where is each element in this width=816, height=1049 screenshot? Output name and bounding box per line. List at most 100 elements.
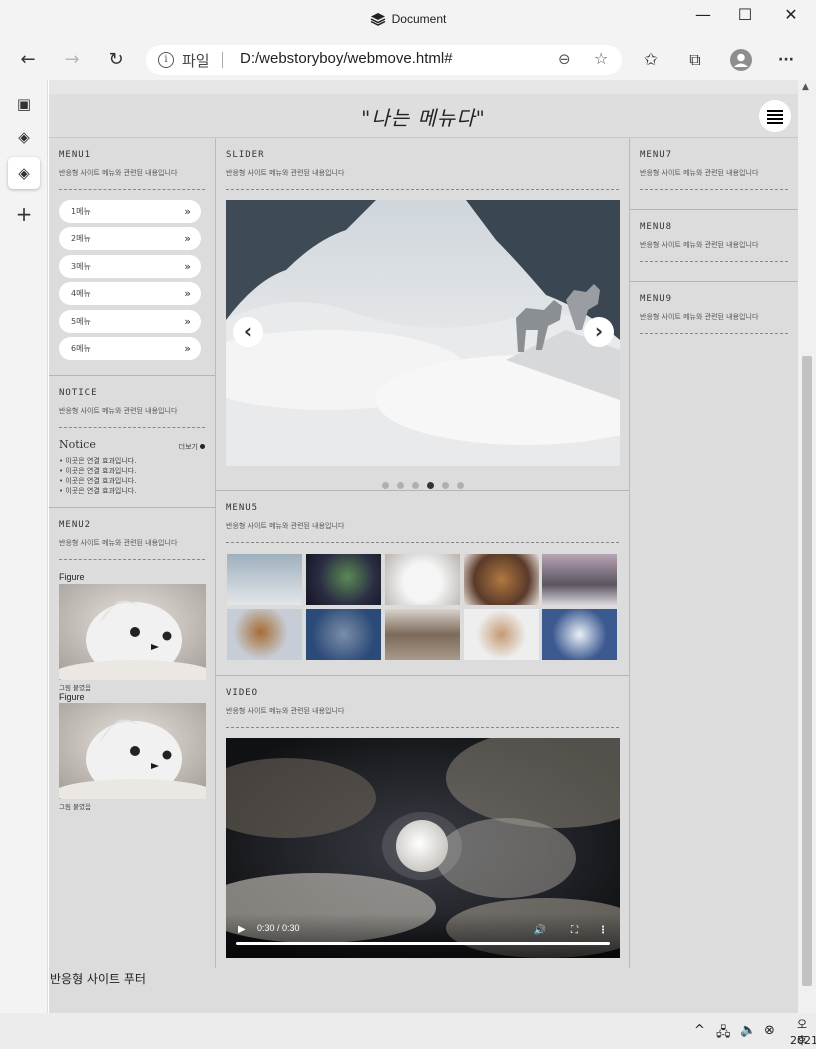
fullscreen-icon[interactable]: ⛶: [571, 925, 578, 936]
menu8-section: MENU8 반응형 사이트 메뉴와 관련된 내용입니다: [630, 210, 798, 282]
gallery-image[interactable]: [542, 554, 617, 605]
profile-avatar[interactable]: [727, 46, 755, 74]
notice-item[interactable]: 이곳은 연결 효과입니다.: [59, 476, 136, 486]
figure-caption: 그림 붙였음: [59, 684, 91, 692]
slider-section: SLIDER 반응형 사이트 메뉴와 관련된 내용입니다 ‹ ›: [216, 138, 629, 491]
menu-item-label: 2메뉴: [71, 234, 91, 244]
back-button[interactable]: ←: [14, 46, 42, 74]
close-circle-icon[interactable]: ⊗: [764, 1023, 775, 1038]
chevron-right-icon: »: [184, 232, 191, 246]
section-title: SLIDER: [226, 150, 265, 160]
menu1-section: MENU1 반응형 사이트 메뉴와 관련된 내용입니다 1메뉴 » 2메뉴 » 3메…: [49, 138, 215, 376]
section-title: MENU1: [59, 150, 92, 160]
slider-dot[interactable]: [381, 482, 389, 489]
menu-item-2[interactable]: 2메뉴 »: [59, 227, 201, 251]
section-title: MENU9: [640, 294, 673, 304]
scroll-up-icon[interactable]: ▲: [802, 82, 809, 92]
figure-title: Figure: [59, 572, 85, 582]
chevron-right-icon: »: [184, 259, 191, 273]
url-text[interactable]: D:/webstoryboy/webmove.html#: [240, 50, 453, 67]
address-bar[interactable]: i 파일 D:/webstoryboy/webmove.html# ⊖ ☆: [146, 45, 622, 75]
info-icon[interactable]: i: [158, 52, 174, 68]
bird-figure-image: [59, 703, 206, 799]
notice-item[interactable]: 이곳은 연결 효과입니다.: [59, 466, 136, 476]
menu-item-6[interactable]: 6메뉴 »: [59, 336, 201, 360]
layers-icon: [370, 12, 386, 29]
gallery-image[interactable]: [227, 554, 302, 605]
gallery-image[interactable]: [464, 554, 539, 605]
slider-dot[interactable]: [411, 482, 419, 489]
sound-icon[interactable]: 🔈: [740, 1023, 756, 1038]
notice-item[interactable]: 이곳은 연결 효과입니다.: [59, 456, 136, 466]
hamburger-line: [767, 118, 783, 120]
gallery-image[interactable]: [385, 609, 460, 660]
page-scrollbar[interactable]: ▲: [798, 80, 816, 1013]
gallery-image[interactable]: [385, 554, 460, 605]
notice-more-link[interactable]: 더보기: [179, 442, 205, 452]
gallery-image[interactable]: [306, 609, 381, 660]
site-logo[interactable]: "나는 메뉴다": [49, 102, 798, 131]
favorites-icon[interactable]: ✩: [637, 46, 665, 74]
notice-item[interactable]: 이곳은 연결 효과입니다.: [59, 486, 136, 496]
gallery-image[interactable]: [464, 609, 539, 660]
video-player[interactable]: ▶ 0:30 / 0:30 🔊 ⛶ ⋮: [226, 738, 620, 958]
menu-item-1[interactable]: 1메뉴 »: [59, 200, 201, 223]
forward-button[interactable]: →: [58, 46, 86, 74]
plus-circle-icon: [200, 444, 205, 449]
zoom-out-icon[interactable]: ⊖: [558, 50, 571, 68]
scroll-thumb[interactable]: [802, 356, 812, 986]
menu-item-label: 5메뉴: [71, 316, 91, 326]
menu9-section: MENU9 반응형 사이트 메뉴와 관련된 내용입니다: [630, 282, 798, 354]
notice-list: 이곳은 연결 효과입니다. 이곳은 연결 효과입니다. 이곳은 연결 효과입니다…: [59, 456, 136, 496]
network-icon[interactable]: 🖧: [716, 1023, 731, 1045]
section-desc: 반응형 사이트 메뉴와 관련된 내용입니다: [640, 313, 759, 321]
section-title: MENU7: [640, 150, 673, 160]
address-divider: [222, 52, 223, 68]
menu-item-3[interactable]: 3메뉴 »: [59, 254, 201, 278]
menu-item-label: 6메뉴: [71, 343, 91, 353]
bird-figure-image: [59, 584, 206, 680]
slider-dot[interactable]: [456, 482, 464, 489]
menu-item-label: 4메뉴: [71, 289, 91, 299]
clock-date: 2021: [790, 1034, 816, 1047]
slider-prev-button[interactable]: ‹: [233, 317, 263, 347]
hamburger-icon: [767, 110, 783, 112]
slider-dot-active[interactable]: [426, 482, 434, 489]
section-divider: [226, 189, 619, 190]
sidebar-tab-icon[interactable]: ▣: [8, 88, 40, 120]
section-divider: [59, 189, 205, 190]
refresh-button[interactable]: ↻: [102, 46, 130, 74]
play-icon[interactable]: ▶: [238, 924, 246, 935]
notice-section: NOTICE 반응형 사이트 메뉴와 관련된 내용입니다 Notice 더보기 …: [49, 376, 215, 508]
gallery-image[interactable]: [542, 609, 617, 660]
slider-dot[interactable]: [396, 482, 404, 489]
gallery-image[interactable]: [306, 554, 381, 605]
sidebar-layers-icon[interactable]: ◈: [8, 121, 40, 153]
slider-next-button[interactable]: ›: [584, 317, 614, 347]
section-title: VIDEO: [226, 688, 259, 698]
collections-icon[interactable]: ⧉: [681, 46, 709, 74]
more-menu-icon[interactable]: ···: [772, 46, 800, 74]
center-column: SLIDER 반응형 사이트 메뉴와 관련된 내용입니다 ‹ › MENU5 반…: [216, 138, 630, 968]
volume-icon[interactable]: 🔊: [534, 925, 546, 936]
menu-item-5[interactable]: 5메뉴 »: [59, 309, 201, 333]
minimize-button[interactable]: —: [680, 0, 726, 32]
left-column: MENU1 반응형 사이트 메뉴와 관련된 내용입니다 1메뉴 » 2메뉴 » 3메…: [49, 138, 216, 968]
section-divider: [226, 542, 619, 543]
slider-image[interactable]: [226, 200, 620, 466]
maximize-button[interactable]: ☐: [722, 0, 768, 32]
figure-title: Figure: [59, 692, 85, 702]
slider-dot[interactable]: [441, 482, 449, 489]
chevron-right-icon: »: [184, 287, 191, 301]
sidebar-layers-active-icon[interactable]: ◈: [8, 157, 40, 189]
gallery-image[interactable]: [227, 609, 302, 660]
hamburger-menu-button[interactable]: [759, 100, 791, 132]
close-button[interactable]: ✕: [768, 0, 814, 32]
chevron-up-icon[interactable]: ^: [694, 1023, 705, 1038]
video-more-icon[interactable]: ⋮: [598, 925, 608, 936]
add-favorite-icon[interactable]: ☆: [594, 49, 608, 68]
sidebar-add-icon[interactable]: +: [8, 198, 40, 230]
video-progress-bar[interactable]: [236, 942, 610, 945]
chevron-right-icon: »: [184, 205, 191, 218]
menu-item-4[interactable]: 4메뉴 »: [59, 282, 201, 306]
